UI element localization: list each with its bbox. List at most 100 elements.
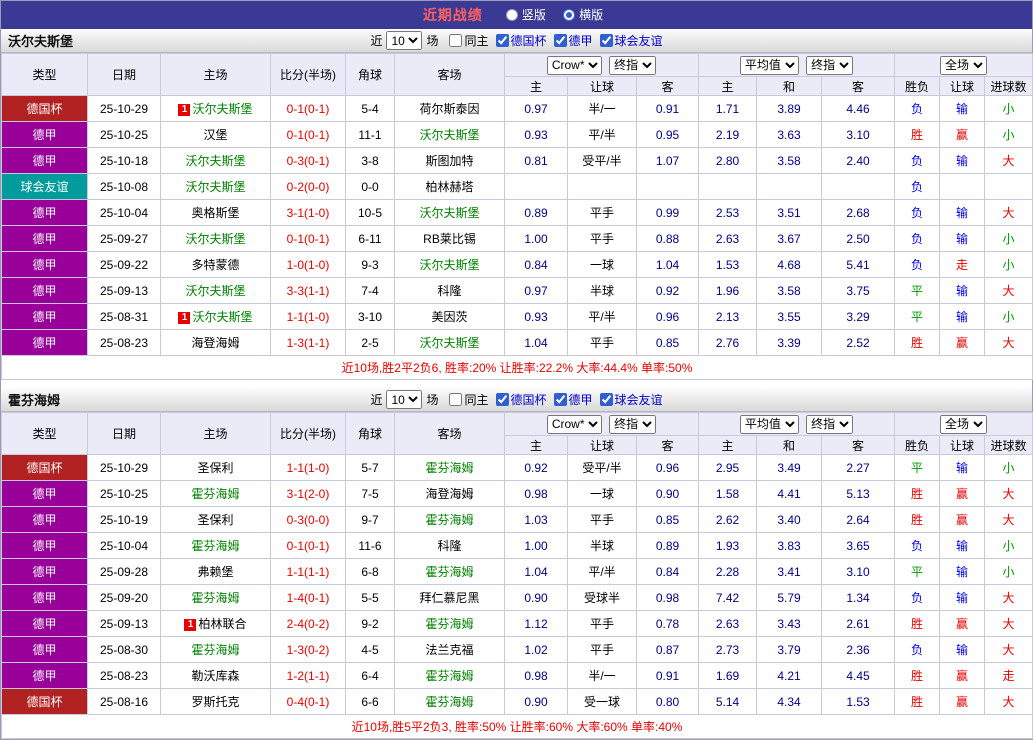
result-handicap-cell: 输 (940, 304, 985, 330)
home-team-link[interactable]: 沃尔夫斯堡 (185, 284, 245, 298)
away-team-link[interactable]: 荷尔斯泰因 (419, 102, 479, 116)
home-team-link[interactable]: 沃尔夫斯堡 (192, 310, 252, 324)
home-team-link[interactable]: 多特蒙德 (191, 258, 239, 272)
avg-stage-select[interactable]: 终指 (806, 415, 853, 434)
match-row: 德甲25-09-22多特蒙德1-0(1-0)9-3沃尔夫斯堡0.84一球1.04… (2, 252, 1033, 278)
away-team-link[interactable]: 美因茨 (431, 310, 467, 324)
odds-provider-select[interactable]: Crow* (547, 56, 602, 75)
avg-provider-select[interactable]: 平均值 (740, 56, 799, 75)
away-team-link[interactable]: 斯图加特 (425, 154, 473, 168)
filter-club-friendly-checkbox[interactable] (600, 393, 613, 406)
home-team-link[interactable]: 汉堡 (203, 128, 227, 142)
home-team-link[interactable]: 勒沃库森 (191, 669, 239, 683)
result-outcome-cell: 负 (895, 252, 940, 278)
home-team-link[interactable]: 奥格斯堡 (191, 206, 239, 220)
result-handicap-cell (940, 174, 985, 200)
filter-german-cup[interactable]: 德国杯 (496, 391, 547, 408)
subcol-odds-home: 主 (505, 436, 568, 455)
subcol-avg-home: 主 (699, 77, 757, 96)
avg-provider-select[interactable]: 平均值 (740, 415, 799, 434)
avg-odds-cell: 3.89 (757, 96, 822, 122)
marker-1-badge: 1 (178, 312, 190, 324)
away-team-link[interactable]: 柏林赫塔 (425, 180, 473, 194)
home-team-link[interactable]: 霍芬海姆 (191, 591, 239, 605)
away-team-link[interactable]: RB莱比锡 (423, 232, 476, 246)
match-row: 德甲25-10-25汉堡0-1(0-1)11-1沃尔夫斯堡0.93平/半0.95… (2, 122, 1033, 148)
home-team-link[interactable]: 沃尔夫斯堡 (192, 102, 252, 116)
handicap-cell: 平/半 (568, 304, 637, 330)
avg-odds-cell: 3.67 (757, 226, 822, 252)
away-team-link[interactable]: 沃尔夫斯堡 (419, 128, 479, 142)
filter-bundesliga-checkbox[interactable] (554, 34, 567, 47)
layout-option-horizontal[interactable]: 横版 (563, 6, 603, 23)
filter-bundesliga[interactable]: 德甲 (554, 32, 593, 49)
layout-option-vertical[interactable]: 竖版 (506, 6, 546, 23)
result-goals-cell: 小 (985, 252, 1033, 278)
away-team-cell: 海登海姆 (395, 481, 505, 507)
odds-stage-select[interactable]: 终指 (609, 56, 656, 75)
filter-same-home-checkbox[interactable] (449, 393, 462, 406)
result-handicap-cell: 赢 (940, 611, 985, 637)
home-team-cell: 弗赖堡 (161, 559, 271, 585)
home-team-link[interactable]: 罗斯托克 (191, 695, 239, 709)
away-team-link[interactable]: 霍芬海姆 (425, 617, 473, 631)
odds-cell: 0.97 (505, 96, 568, 122)
away-team-link[interactable]: 法兰克福 (425, 643, 473, 657)
away-team-link[interactable]: 科隆 (437, 284, 461, 298)
home-team-link[interactable]: 霍芬海姆 (191, 487, 239, 501)
filter-german-cup[interactable]: 德国杯 (496, 32, 547, 49)
filter-same-home-checkbox[interactable] (449, 34, 462, 47)
away-team-link[interactable]: 科隆 (437, 539, 461, 553)
home-team-link[interactable]: 弗赖堡 (197, 565, 233, 579)
handicap-cell: 一球 (568, 481, 637, 507)
scope-select[interactable]: 全场 (940, 415, 987, 434)
match-date-cell: 25-10-08 (88, 174, 161, 200)
filter-german-cup-checkbox[interactable] (496, 393, 509, 406)
odds-provider-select[interactable]: Crow* (547, 415, 602, 434)
away-team-link[interactable]: 霍芬海姆 (425, 461, 473, 475)
filter-german-cup-checkbox[interactable] (496, 34, 509, 47)
away-team-link[interactable]: 沃尔夫斯堡 (419, 258, 479, 272)
away-team-link[interactable]: 拜仁慕尼黑 (419, 591, 479, 605)
match-rows: 德国杯25-10-29圣保利1-1(1-0)5-7霍芬海姆0.92受平/半0.9… (2, 455, 1033, 715)
match-type-cell: 德国杯 (2, 689, 88, 715)
filter-club-friendly-checkbox[interactable] (600, 34, 613, 47)
avg-stage-select[interactable]: 终指 (806, 56, 853, 75)
filter-club-friendly[interactable]: 球会友谊 (600, 32, 663, 49)
home-team-cell: 海登海姆 (161, 330, 271, 356)
filter-club-friendly[interactable]: 球会友谊 (600, 391, 663, 408)
away-team-link[interactable]: 霍芬海姆 (425, 669, 473, 683)
home-team-link[interactable]: 圣保利 (197, 513, 233, 527)
away-team-link[interactable]: 霍芬海姆 (425, 695, 473, 709)
filter-same-home[interactable]: 同主 (449, 32, 488, 49)
odds-stage-select[interactable]: 终指 (609, 415, 656, 434)
away-team-link[interactable]: 霍芬海姆 (425, 565, 473, 579)
avg-odds-cell: 2.62 (699, 507, 757, 533)
match-date-cell: 25-08-23 (88, 663, 161, 689)
home-team-link[interactable]: 沃尔夫斯堡 (185, 154, 245, 168)
home-team-link[interactable]: 霍芬海姆 (191, 643, 239, 657)
away-team-link[interactable]: 霍芬海姆 (425, 513, 473, 527)
avg-odds-cell: 3.41 (757, 559, 822, 585)
home-team-link[interactable]: 霍芬海姆 (191, 539, 239, 553)
home-team-cell: 1沃尔夫斯堡 (161, 304, 271, 330)
result-goals-cell: 大 (985, 200, 1033, 226)
home-team-link[interactable]: 沃尔夫斯堡 (185, 180, 245, 194)
recent-count-select[interactable]: 10 (386, 31, 422, 50)
result-goals-cell: 大 (985, 611, 1033, 637)
match-date-cell: 25-08-31 (88, 304, 161, 330)
home-team-link[interactable]: 柏林联合 (198, 617, 246, 631)
filter-bundesliga-checkbox[interactable] (554, 393, 567, 406)
away-team-link[interactable]: 海登海姆 (425, 487, 473, 501)
away-team-link[interactable]: 沃尔夫斯堡 (419, 336, 479, 350)
recent-count-select[interactable]: 10 (386, 390, 422, 409)
scope-select[interactable]: 全场 (940, 56, 987, 75)
filter-german-cup-label: 德国杯 (511, 32, 547, 49)
filter-same-home[interactable]: 同主 (449, 391, 488, 408)
home-team-link[interactable]: 圣保利 (197, 461, 233, 475)
away-team-link[interactable]: 沃尔夫斯堡 (419, 206, 479, 220)
home-team-link[interactable]: 沃尔夫斯堡 (185, 232, 245, 246)
filter-bundesliga[interactable]: 德甲 (554, 391, 593, 408)
home-team-link[interactable]: 海登海姆 (191, 336, 239, 350)
avg-odds-cell: 1.34 (822, 585, 895, 611)
